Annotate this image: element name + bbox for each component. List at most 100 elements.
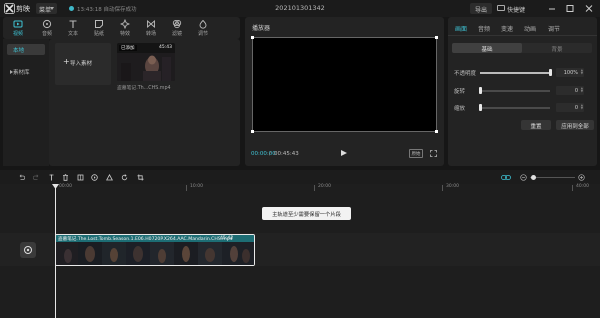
fullscreen-icon[interactable] [430,150,437,157]
tab-prop-adjust[interactable]: 调节 [548,24,560,33]
tab-adjust[interactable]: 调节 [192,18,214,38]
link-icon[interactable] [501,174,511,181]
freeze-icon[interactable] [77,174,84,181]
tab-sticker-label: 贴纸 [93,31,104,37]
slider-handle[interactable] [548,69,552,76]
cover-icon [24,246,32,254]
rotate-label: 旋转 [454,89,466,95]
media-toolbar: 视频 音频 文本 贴纸 特效 转场 滤镜 调节 [3,17,240,39]
tab-animation[interactable]: 动画 [524,24,536,33]
tab-video-label: 视频 [12,31,23,37]
mirror-icon[interactable] [106,174,113,181]
ruler-tick [186,185,187,191]
tab-speed[interactable]: 变速 [501,24,513,33]
export-button[interactable]: 导出 [470,3,492,14]
split-icon[interactable] [48,174,55,181]
track-cover-button[interactable] [20,242,36,258]
tab-transition[interactable]: 转场 [140,18,162,38]
reverse-icon[interactable] [91,174,98,181]
ruler-label: 10:00 [190,184,203,189]
close-icon[interactable] [582,3,596,14]
resize-handle[interactable] [251,36,254,39]
stepper-icon[interactable]: ▲ ▼ [581,87,583,93]
plus-icon: + [63,57,70,66]
chevron-right-icon [10,69,13,74]
segment-basic[interactable]: 基础 [452,43,522,53]
total-time: 00:45:43 [274,151,299,157]
media-sidebar: 本地 素材库 [3,39,49,166]
zoom-in-icon[interactable] [578,174,585,181]
crop-icon[interactable] [137,174,144,181]
stepper-icon[interactable]: ▲ ▼ [581,69,583,75]
stepper-icon[interactable]: ▲ ▼ [581,104,583,110]
sidebar-item-library-label: 素材库 [13,70,30,76]
slider-handle[interactable] [531,175,536,180]
rotate-icon[interactable] [121,174,128,181]
sidebar-item-local[interactable]: 本地 [7,44,45,55]
effects-icon [120,19,130,29]
added-badge: 已添加 [119,45,137,51]
player-title: 播放器 [252,25,271,32]
zoom-out-icon[interactable] [520,174,527,181]
playhead[interactable] [55,186,56,318]
rotate-field[interactable]: 0 ▲ ▼ [556,86,584,95]
clip-header: 盗墓笔记.The.Lost.Tomb.Season.1.E06.H0720P.X… [56,235,254,242]
tab-text-label: 文本 [67,31,78,37]
resize-handle[interactable] [435,36,438,39]
tab-filter-label: 滤镜 [171,31,182,37]
import-media-button[interactable]: + 导入素材 [55,43,111,85]
opacity-slider[interactable] [480,69,552,76]
scale-slider[interactable] [478,104,550,111]
opacity-field[interactable]: 100% ▲ ▼ [556,68,584,77]
aspect-ratio-button[interactable]: 原始 [409,149,423,158]
opacity-value: 100% [563,69,578,76]
video-icon [13,20,23,28]
resize-handle[interactable] [251,130,254,133]
maximize-icon[interactable] [563,3,577,14]
redo-icon[interactable] [33,174,40,181]
resize-handle[interactable] [435,130,438,133]
time-separator: / [269,151,271,157]
timeline-video-clip[interactable]: 盗墓笔记.The.Lost.Tomb.Season.1.E06.H0720P.X… [55,234,255,266]
segment-background[interactable]: 背景 [522,43,592,53]
tab-audio[interactable]: 音频 [36,18,58,38]
keyboard-icon [497,5,505,11]
ruler-tick [442,185,443,191]
apply-all-button[interactable]: 应用到全部 [556,120,594,130]
undo-icon[interactable] [18,174,25,181]
sidebar-item-library[interactable]: 素材库 [7,66,45,77]
slider-handle[interactable] [478,87,482,94]
scale-field[interactable]: 0 ▲ ▼ [556,103,584,112]
scale-label: 缩放 [454,106,466,112]
tab-sticker[interactable]: 贴纸 [88,18,110,38]
reset-button[interactable]: 重置 [521,120,551,130]
tab-video[interactable]: 视频 [7,18,29,38]
import-media-label: 导入素材 [70,61,93,67]
zoom-slider[interactable] [530,175,575,180]
sticker-icon [95,20,103,28]
tab-effects[interactable]: 特效 [114,18,136,38]
slider-handle[interactable] [478,104,482,111]
video-viewer[interactable] [251,36,438,133]
rotate-slider[interactable] [478,87,550,94]
ruler-label: 20:00 [318,184,331,189]
divider [448,35,597,36]
minimize-icon[interactable] [545,3,559,14]
play-icon[interactable] [341,150,347,156]
delete-icon[interactable] [62,174,69,181]
tab-text[interactable]: 文本 [62,18,84,38]
clip-duration: 45:43 [159,45,172,50]
tab-prop-audio[interactable]: 音频 [478,24,490,33]
tooltip: 主轨道至少需要保留一个片段 [262,207,351,220]
media-clip-thumbnail[interactable]: 已添加 45:43 [117,43,175,81]
adjust-icon [199,19,207,29]
segmented-control: 基础 背景 [452,43,592,53]
tab-filter[interactable]: 滤镜 [166,18,188,38]
clip-filmstrip [56,242,254,265]
shortcut-label: 快捷键 [507,7,526,14]
rotate-value: 0 [574,87,578,94]
shortcut-button[interactable]: 快捷键 [497,3,534,14]
filter-icon [172,20,182,29]
text-icon [69,20,77,28]
tab-picture[interactable]: 画面 [455,24,467,33]
